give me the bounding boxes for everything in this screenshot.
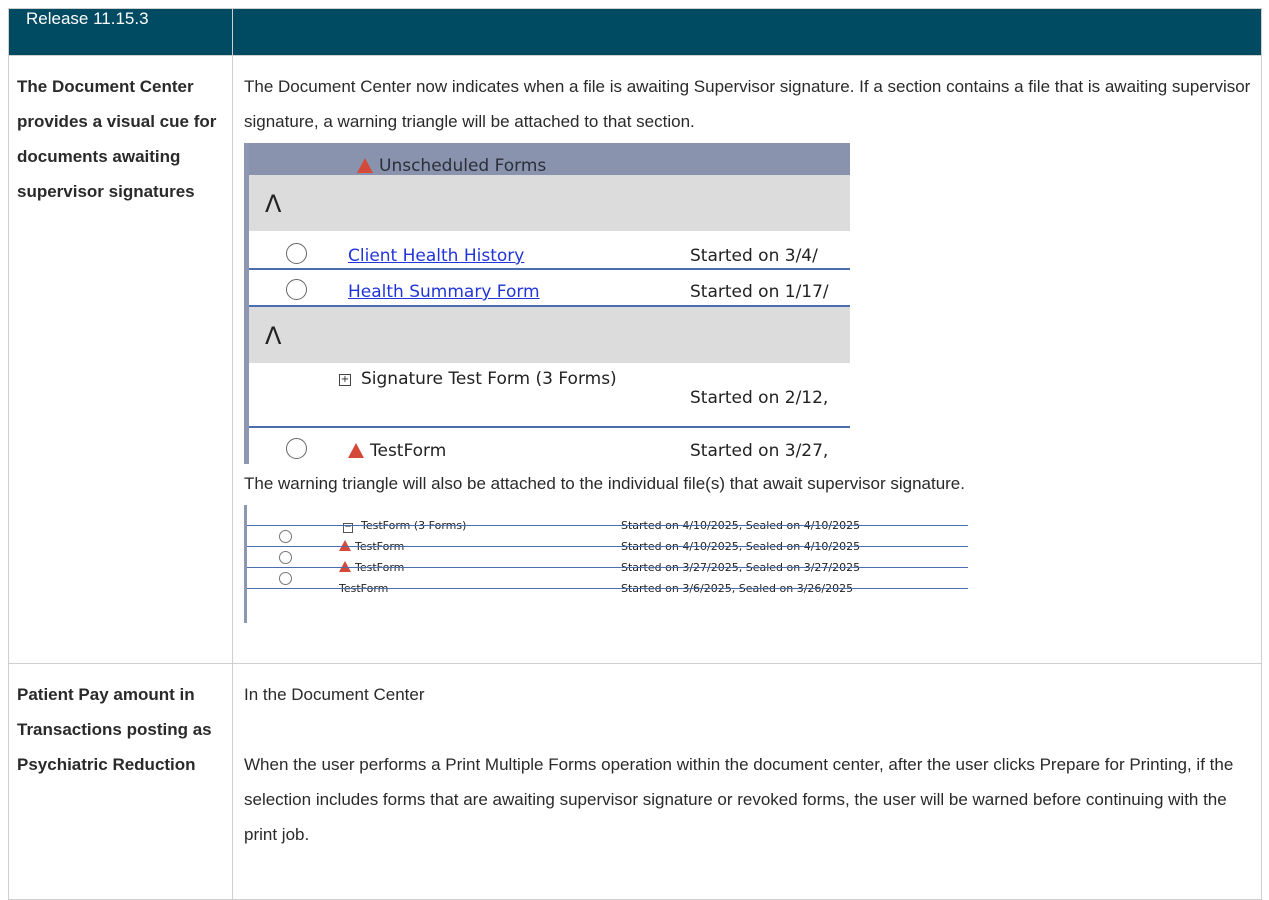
form-status: Started on 3/27, — [690, 441, 829, 461]
release-label: Release 11.15.3 — [8, 8, 233, 56]
section-title-label: Unscheduled Forms — [379, 156, 547, 176]
section-header-bar: Unscheduled Forms — [249, 143, 850, 176]
radio-button[interactable] — [286, 438, 307, 459]
warning-icon — [348, 443, 364, 458]
radio-button[interactable] — [279, 551, 292, 564]
release-notes-page: Release 11.15.3 The Document Center prov… — [0, 0, 1269, 900]
release-notes-table: Release 11.15.3 The Document Center prov… — [8, 8, 1262, 900]
table-header: Release 11.15.3 — [8, 8, 1262, 56]
warning-icon — [357, 158, 373, 173]
intro-text: In the Document Center — [244, 685, 425, 704]
row-divider — [249, 426, 850, 428]
list-item: − TestForm (3 Forms) Started on 4/10/2025… — [247, 505, 968, 533]
document-center-screenshot-files: − TestForm (3 Forms) Started on 4/10/2025… — [244, 505, 968, 623]
collapse-row[interactable]: Λ — [249, 175, 850, 231]
table-row: The Document Center provides a visual cu… — [8, 55, 1262, 664]
row-divider — [247, 588, 968, 589]
form-status: Started on 2/12, — [690, 388, 829, 408]
radio-button[interactable] — [286, 243, 307, 264]
form-group-name[interactable]: + Signature Test Form (3 Forms) — [339, 368, 659, 390]
radio-button[interactable] — [286, 279, 307, 300]
radio-button[interactable] — [279, 572, 292, 585]
document-center-screenshot-sections: Unscheduled Forms Λ Client Health Histor… — [244, 143, 850, 464]
table-row: Patient Pay amount in Transactions posti… — [8, 663, 1262, 900]
form-group-label: Signature Test Form (3 Forms) — [361, 369, 617, 389]
collapse-caret-icon[interactable]: Λ — [265, 319, 281, 354]
form-name: TestForm — [348, 434, 446, 464]
collapse-caret-icon[interactable]: Λ — [265, 187, 281, 222]
feature-title: Patient Pay amount in Transactions posti… — [8, 663, 233, 900]
middle-text: The warning triangle will also be attach… — [244, 474, 965, 493]
feature-title: The Document Center provides a visual cu… — [8, 55, 233, 664]
radio-button[interactable] — [279, 530, 292, 543]
form-name-label: TestForm — [370, 441, 447, 461]
list-item: TestForm Started on 4/10/2025, Sealed on… — [247, 526, 968, 553]
header-spacer — [232, 8, 1262, 56]
row-divider — [249, 268, 850, 270]
list-item: TestForm Started on 3/27/2025, Sealed on… — [247, 547, 968, 574]
feature-description: The Document Center now indicates when a… — [232, 55, 1262, 664]
collapse-row[interactable]: Λ — [249, 307, 850, 363]
expand-plus-icon[interactable]: + — [339, 374, 351, 386]
intro-text: The Document Center now indicates when a… — [244, 77, 1251, 131]
list-item: TestForm Started on 3/6/2025, Sealed on … — [247, 568, 968, 595]
feature-description: In the Document Center When the user per… — [232, 663, 1262, 900]
detail-text: When the user performs a Print Multiple … — [244, 755, 1234, 844]
